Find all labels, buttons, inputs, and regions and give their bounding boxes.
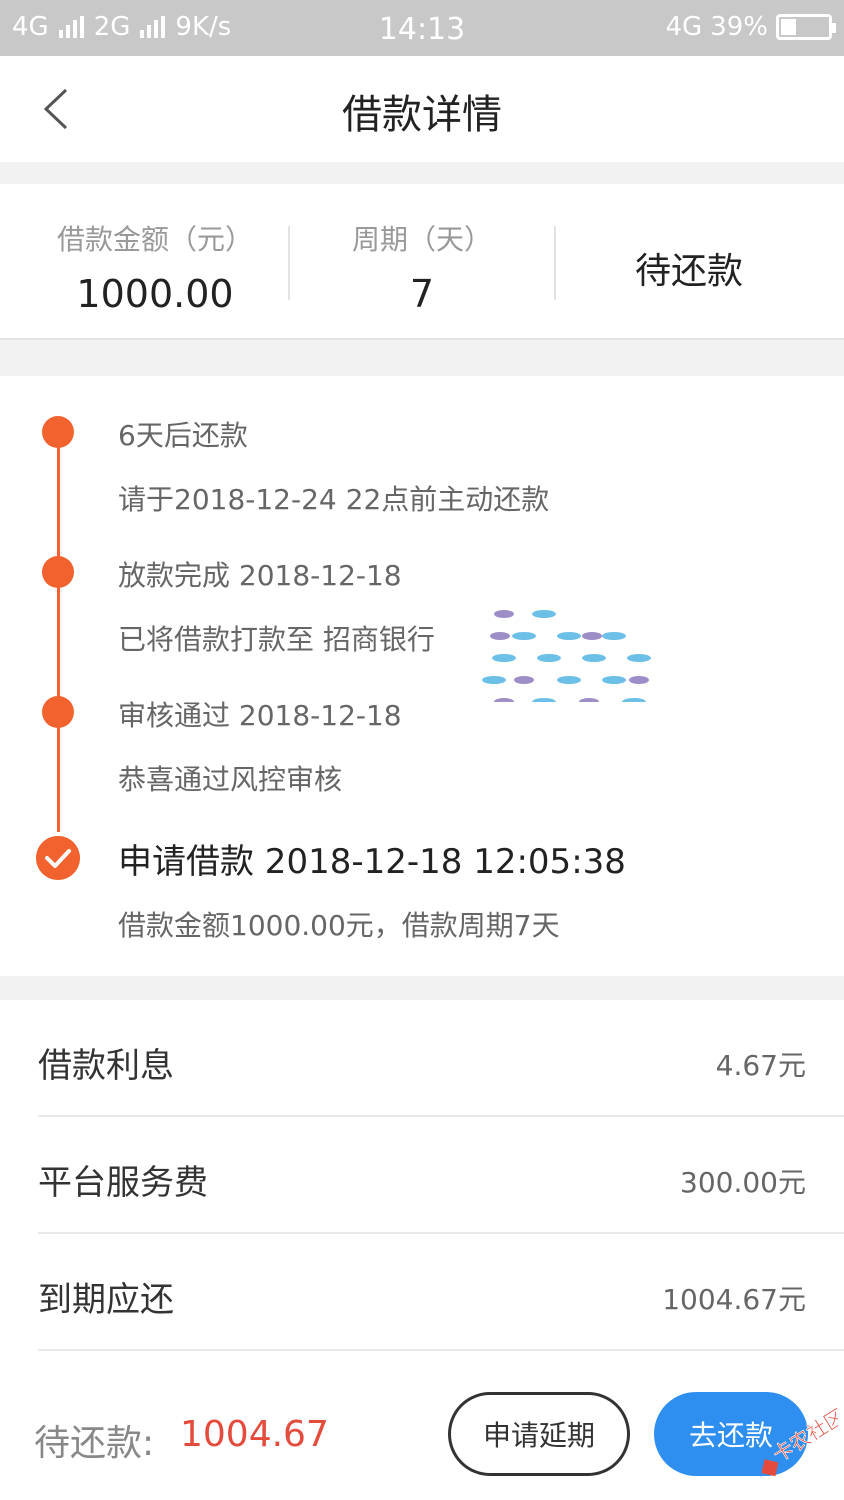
fee-label: 借款利息 (38, 1046, 174, 1086)
check-icon (36, 836, 80, 880)
fee-label: 平台服务费 (38, 1163, 208, 1203)
extend-button[interactable]: 申请延期 (448, 1392, 630, 1476)
network-type-right: 4G (665, 12, 703, 42)
fee-row-service: 平台服务费 300.00元 (38, 1117, 844, 1234)
timeline-step-title: 6天后还款 (118, 419, 248, 452)
period-block: 周期（天） 7 (290, 184, 554, 340)
site-watermark-text: 卡农社区 (768, 1404, 838, 1467)
due-label: 待还款: (34, 1423, 155, 1464)
timeline-step-title: 放款完成 2018-12-18 (118, 559, 402, 592)
bottom-action-bar: 待还款: 1004.67 申请延期 去还款 (0, 1370, 844, 1500)
timeline-step-title: 申请借款 2018-12-18 12:05:38 (118, 842, 626, 882)
status-bar: 4G 2G 9K/s 14:13 4G 39% (0, 0, 844, 56)
amount-value: 1000.00 (76, 272, 234, 316)
battery-percent: 39% (710, 12, 768, 42)
fee-list: 借款利息 4.67元 平台服务费 300.00元 到期应还 1004.67元 (0, 1000, 844, 1370)
fee-label: 到期应还 (38, 1280, 174, 1320)
page-title: 借款详情 (342, 92, 502, 138)
amount-block: 借款金额（元） 1000.00 (20, 184, 290, 340)
period-value: 7 (409, 272, 435, 316)
site-watermark-logo: 卡农社区 (761, 1404, 838, 1477)
timeline-step-detail: 已将借款打款至 招商银行 (118, 623, 435, 656)
loan-status: 待还款 (634, 251, 743, 292)
fee-value: 1004.67元 (662, 1283, 806, 1316)
loan-timeline: 6天后还款 请于2018-12-24 22点前主动还款 放款完成 2018-12… (0, 376, 844, 976)
timeline-step-detail: 恭喜通过风控审核 (118, 763, 343, 796)
timeline-dot (42, 696, 74, 728)
fee-row-total: 到期应还 1004.67元 (38, 1234, 844, 1351)
fee-value: 300.00元 (680, 1166, 806, 1199)
timeline-step-title: 审核通过 2018-12-18 (118, 699, 402, 732)
battery-icon (776, 14, 836, 40)
loan-summary: 借款金额（元） 1000.00 周期（天） 7 待还款 (0, 184, 844, 340)
fish-pattern-watermark (482, 610, 651, 702)
nav-bar: 借款详情 (0, 56, 844, 162)
timeline-step-detail: 请于2018-12-24 22点前主动还款 (118, 483, 550, 516)
timeline-line (57, 432, 60, 832)
due-amount: 1004.67 (180, 1414, 329, 1455)
period-label: 周期（天） (351, 223, 492, 256)
timeline-dot (42, 416, 74, 448)
fee-row-interest: 借款利息 4.67元 (38, 1000, 844, 1117)
amount-label: 借款金额（元） (56, 223, 253, 256)
timeline-step-detail: 借款金额1000.00元，借款周期7天 (118, 909, 560, 942)
status-block: 待还款 (556, 184, 822, 340)
timeline-dot (42, 556, 74, 588)
fee-value: 4.67元 (715, 1049, 806, 1082)
